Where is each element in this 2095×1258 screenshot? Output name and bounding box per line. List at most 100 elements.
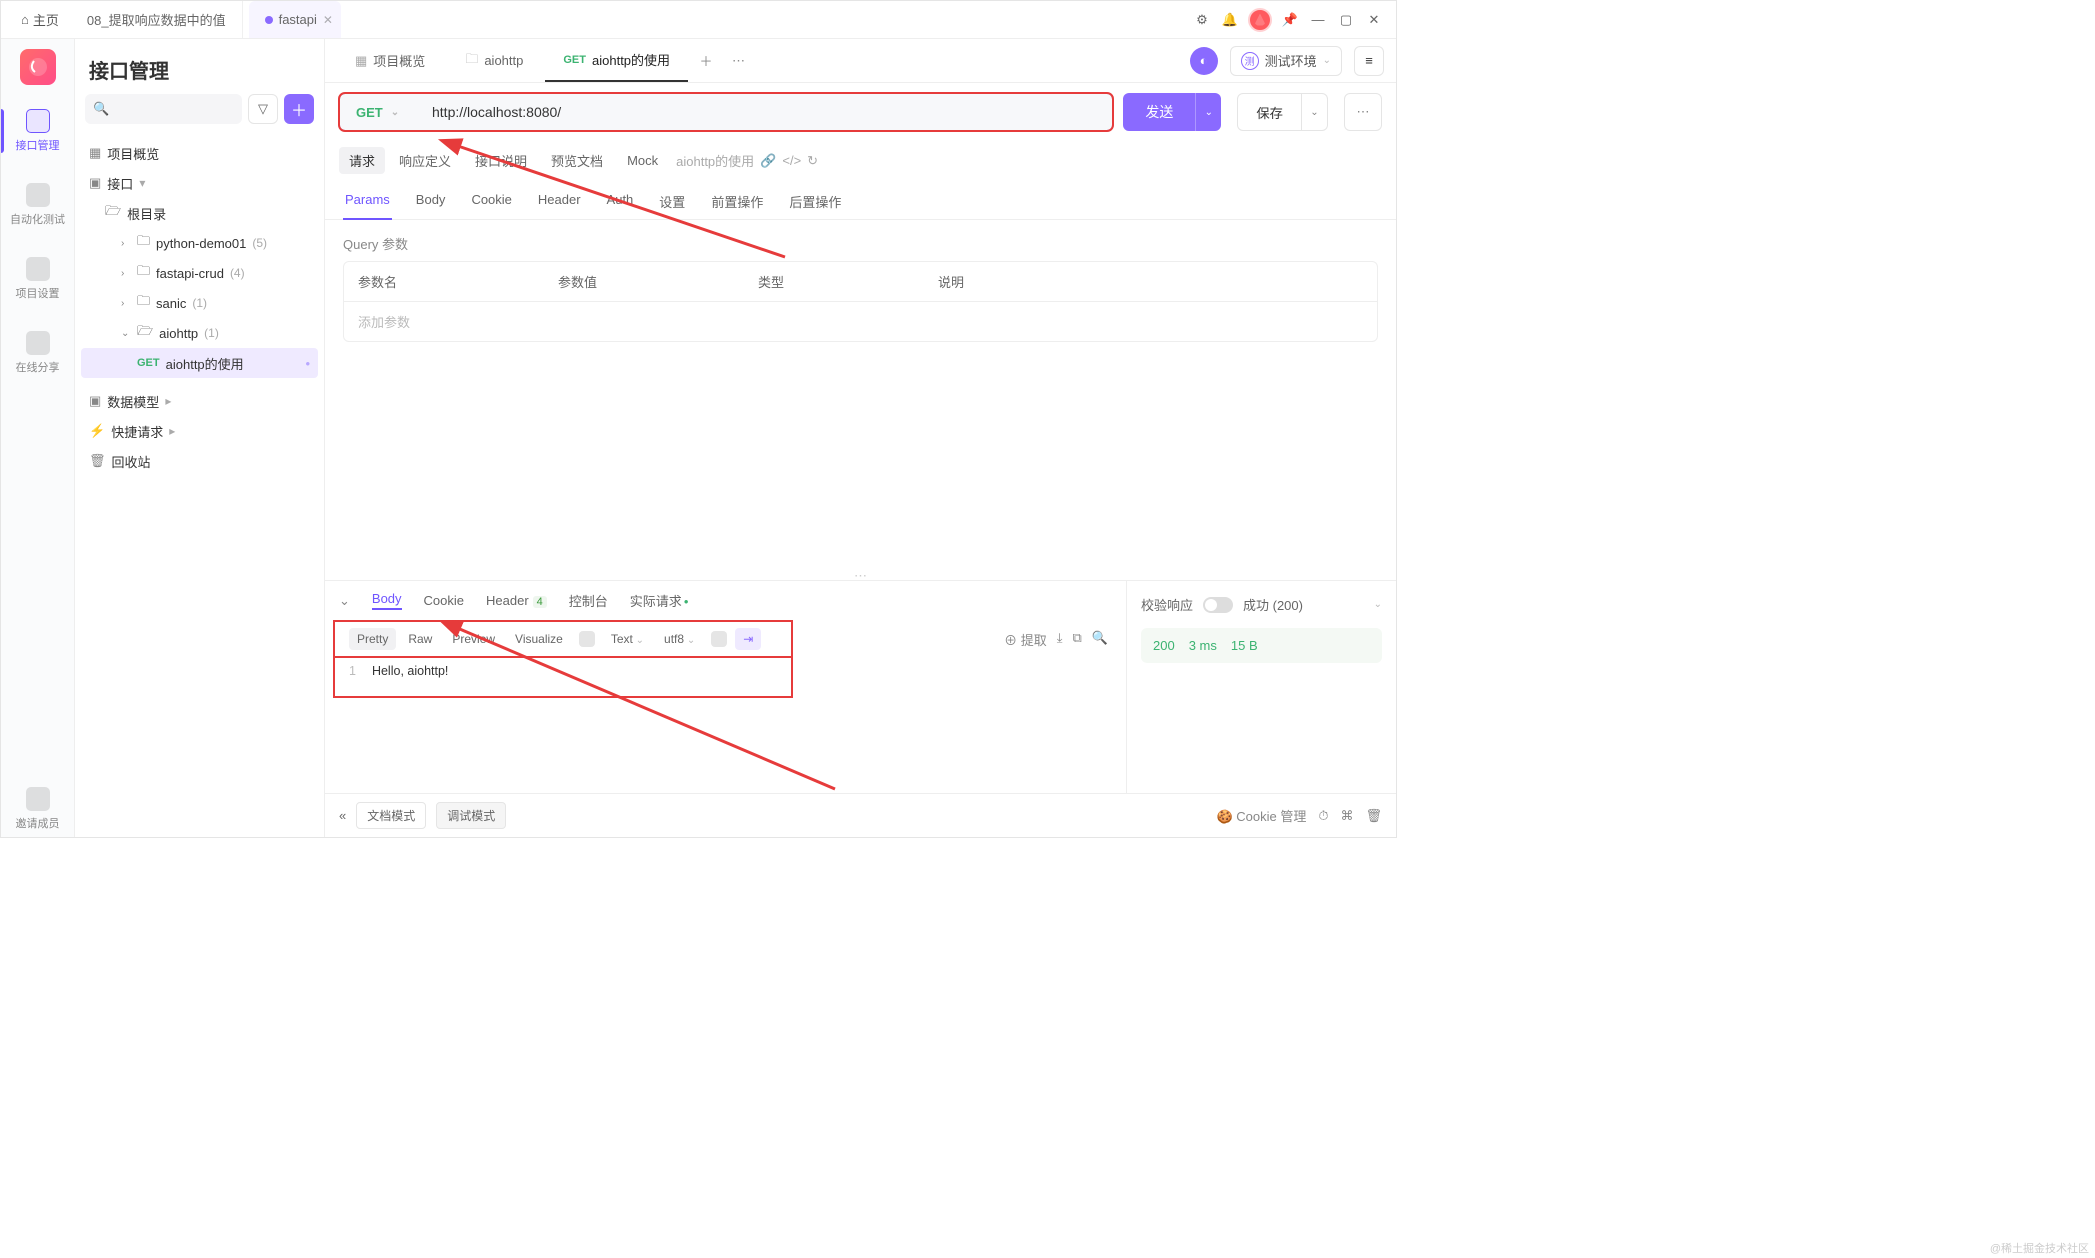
new-tab-button[interactable]: ＋ (692, 51, 720, 70)
ptab-auth[interactable]: Auth (605, 184, 636, 219)
home-button[interactable]: ⌂ 主页 (9, 10, 71, 29)
tree-root-dir[interactable]: 🗁根目录 (81, 198, 318, 228)
subtab-response-def[interactable]: 响应定义 (389, 147, 461, 174)
resp-tab-body[interactable]: Body (372, 591, 402, 610)
validate-label: 校验响应 (1141, 595, 1193, 614)
trash-icon[interactable]: 🗑 (1365, 808, 1382, 824)
resp-tab-console[interactable]: 控制台 (569, 591, 608, 610)
avatar[interactable] (1248, 8, 1272, 32)
tree-recycle[interactable]: 🗑回收站 (81, 446, 318, 476)
meta-label: aiohttp的使用 (676, 151, 754, 170)
subtab-api-desc[interactable]: 接口说明 (465, 147, 537, 174)
doc-tab-1[interactable]: 08_提取响应数据中的值 (71, 1, 243, 38)
view-raw[interactable]: Raw (400, 628, 440, 650)
env-selector[interactable]: 测测试环境⌄ (1230, 46, 1342, 76)
tree-folder-1[interactable]: ›🗀python-demo01(5) (81, 228, 318, 258)
tree-models[interactable]: ▣数据模型▸ (81, 386, 318, 416)
save-button[interactable]: 保存 (1237, 93, 1302, 131)
minimize-icon[interactable]: — (1304, 6, 1332, 34)
env-badge: 测 (1241, 52, 1259, 70)
bell-icon[interactable]: 🔔 (1216, 6, 1244, 34)
tree-overview[interactable]: ▦项目概览 (81, 138, 318, 168)
resp-tab-header[interactable]: Header4 (486, 593, 547, 608)
search-icon[interactable]: 🔍 (1092, 630, 1108, 649)
close-window-icon[interactable]: ✕ (1360, 6, 1388, 34)
maximize-icon[interactable]: ▢ (1332, 6, 1360, 34)
tree-api-root[interactable]: ▣接口▾ (81, 168, 318, 198)
pin-icon[interactable]: 📌 (1276, 6, 1304, 34)
view-visualize[interactable]: Visualize (507, 628, 571, 650)
tree-folder-4[interactable]: ⌄🗁aiohttp(1) (81, 318, 318, 348)
tab-overview[interactable]: ▦项目概览 (337, 39, 443, 82)
ptab-settings[interactable]: 设置 (657, 184, 687, 219)
resp-tab-actual[interactable]: 实际请求 (630, 591, 689, 610)
doc-tab-2[interactable]: fastapi ✕ (249, 1, 341, 38)
code-icon[interactable]: ⌘ (1340, 808, 1353, 824)
collapse-icon[interactable]: ⌄ (339, 593, 350, 609)
split-handle[interactable]: ⋯ (325, 568, 1396, 580)
tree-leaf-aiohttp[interactable]: GETaiohttp的使用 (81, 348, 318, 378)
copy-icon[interactable]: ⧉ (1073, 630, 1082, 649)
method-selector[interactable]: GET⌄ (340, 105, 420, 120)
refresh-icon[interactable]: ↻ (807, 153, 818, 169)
extract-button[interactable]: ⊕ 提取 (1004, 630, 1047, 649)
cookie-manage[interactable]: 🍪 Cookie 管理 (1216, 806, 1306, 825)
rail-project-settings[interactable]: 项目设置 (1, 251, 74, 307)
tab-folder[interactable]: 🗀aiohttp (447, 39, 541, 82)
chevron-down-icon[interactable]: ⌄ (1374, 599, 1382, 610)
subtab-preview-doc[interactable]: 预览文档 (541, 147, 613, 174)
close-icon[interactable]: ✕ (323, 13, 333, 27)
send-dropdown[interactable]: ⌄ (1195, 93, 1221, 131)
encoding-selector[interactable]: utf8 (656, 628, 703, 650)
save-dropdown[interactable]: ⌄ (1302, 93, 1328, 131)
env-name: 测试环境 (1265, 51, 1317, 70)
collapse-left-icon[interactable]: « (339, 808, 346, 823)
tree-folder-3[interactable]: ›🗀sanic(1) (81, 288, 318, 318)
more-tabs-button[interactable]: ⋯ (724, 53, 753, 69)
tree-folder-2[interactable]: ›🗀fastapi-crud(4) (81, 258, 318, 288)
tree-quick[interactable]: ⚡快捷请求▸ (81, 416, 318, 446)
validate-toggle[interactable] (1203, 597, 1233, 613)
mode-debug[interactable]: 调试模式 (436, 802, 506, 829)
run-button[interactable]: ◐ (1190, 47, 1218, 75)
url-input[interactable] (420, 104, 1112, 120)
app-logo[interactable] (20, 49, 56, 85)
format-selector[interactable]: Text (603, 628, 652, 650)
clock-icon[interactable]: ⏱ (1318, 808, 1328, 824)
ptab-header[interactable]: Header (536, 184, 583, 219)
tab-active-api[interactable]: GETaiohttp的使用 (545, 39, 688, 82)
send-button[interactable]: 发送 (1123, 93, 1195, 131)
view-preview[interactable]: Preview (444, 628, 503, 650)
ptab-pre[interactable]: 前置操作 (709, 184, 765, 219)
url-box: GET⌄ (339, 93, 1113, 131)
subtab-mock[interactable]: Mock (617, 149, 668, 172)
filter-button[interactable]: ▽ (248, 94, 278, 124)
rail-invite[interactable]: 邀请成员 (1, 781, 74, 837)
params-add-row[interactable]: 添加参数 (343, 301, 1378, 342)
wrap-icon[interactable]: ⇥ (735, 628, 761, 650)
home-icon: ⌂ (21, 12, 29, 27)
rail-automation[interactable]: 自动化测试 (1, 177, 74, 233)
ptab-body[interactable]: Body (414, 184, 448, 219)
mode-doc[interactable]: 文档模式 (356, 802, 426, 829)
ptab-cookie[interactable]: Cookie (469, 184, 513, 219)
ptab-post[interactable]: 后置操作 (787, 184, 843, 219)
code-icon[interactable]: </> (782, 153, 801, 168)
resp-tab-cookie[interactable]: Cookie (424, 593, 464, 608)
settings-icon[interactable]: ⚙ (1188, 6, 1216, 34)
body-text: Hello, aiohttp! (372, 664, 448, 682)
ptab-params[interactable]: Params (343, 184, 392, 220)
count: (1) (192, 296, 207, 310)
add-button[interactable]: ＋ (284, 94, 314, 124)
download-icon[interactable]: ⤓ (1057, 630, 1063, 649)
subtab-request[interactable]: 请求 (339, 147, 385, 174)
rail-api[interactable]: 接口管理 (1, 103, 74, 159)
view-pretty[interactable]: Pretty (349, 628, 396, 650)
line-number: 1 (349, 664, 356, 682)
search-input[interactable]: 🔍 (85, 94, 242, 124)
menu-button[interactable]: ≡ (1354, 46, 1384, 76)
more-button[interactable]: ⋯ (1344, 93, 1382, 131)
rail-share[interactable]: 在线分享 (1, 325, 74, 381)
link-icon[interactable]: 🔗 (760, 153, 776, 169)
folder-icon: 🗀 (465, 50, 478, 72)
